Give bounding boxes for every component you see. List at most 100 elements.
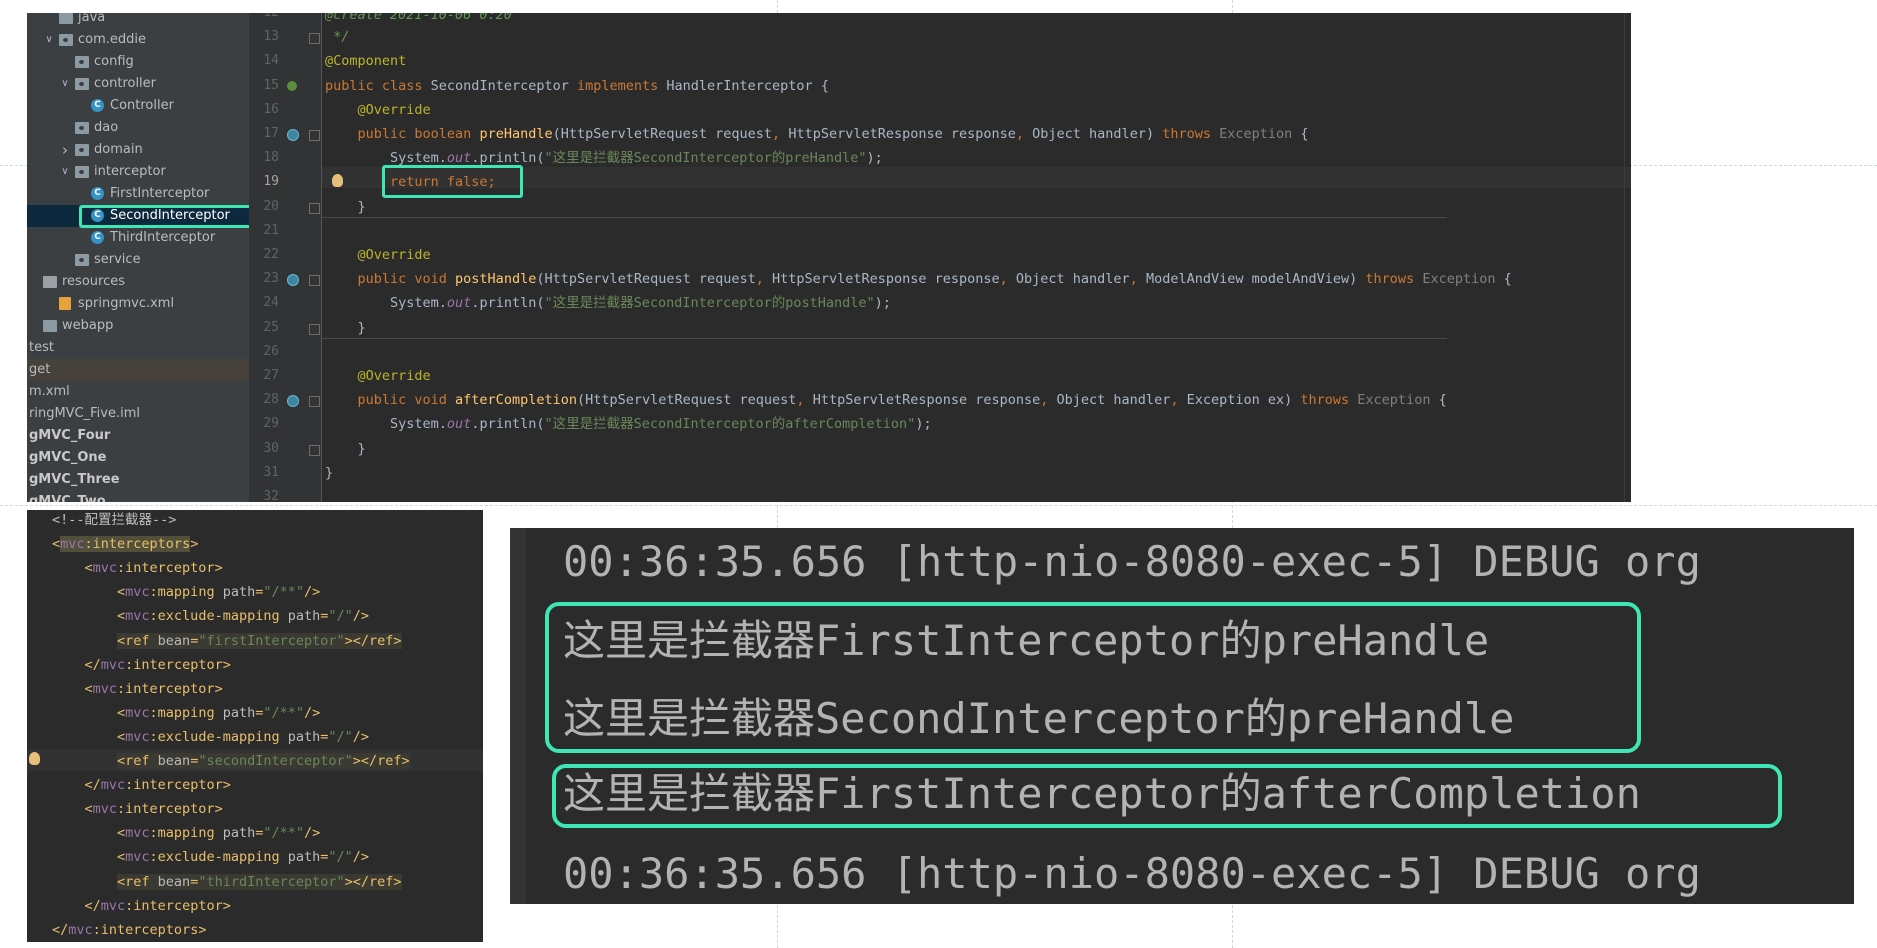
code-line[interactable]: @Override bbox=[325, 245, 431, 265]
chevron-down-icon[interactable]: ∨ bbox=[59, 161, 71, 183]
implements-method-icon[interactable] bbox=[287, 129, 299, 141]
tree-item[interactable]: C Controller bbox=[27, 95, 249, 117]
code-token: .println( bbox=[471, 416, 545, 433]
code-line[interactable]: System.out.println("这里是拦截器SecondIntercep… bbox=[325, 414, 932, 434]
code-line[interactable]: @Override bbox=[325, 100, 431, 120]
tree-item[interactable]: java bbox=[27, 13, 249, 29]
xml-line[interactable]: <mvc:exclude-mapping path="/"/> bbox=[52, 847, 369, 867]
fold-icon[interactable] bbox=[309, 130, 320, 141]
xml-line[interactable]: <mvc:mapping path="/**"/> bbox=[52, 823, 320, 843]
tree-item[interactable]: C FirstInterceptor bbox=[27, 183, 249, 205]
tree-item[interactable]: gMVC_Three bbox=[27, 469, 249, 491]
code-line[interactable]: } bbox=[325, 439, 366, 459]
tree-item-label: java bbox=[78, 13, 106, 25]
code-token: out bbox=[446, 150, 472, 167]
tree-item[interactable]: test bbox=[27, 337, 249, 359]
tree-item[interactable]: › domain bbox=[27, 139, 249, 161]
tree-item[interactable]: service bbox=[27, 249, 249, 271]
tree-item[interactable]: gMVC_One bbox=[27, 447, 249, 469]
code-token: throws bbox=[1162, 126, 1220, 142]
spring-bean-icon[interactable] bbox=[287, 80, 297, 91]
tree-item[interactable]: m.xml bbox=[27, 381, 249, 403]
xml-line[interactable]: <ref bean="secondInterceptor"></ref> bbox=[52, 751, 410, 771]
tree-item[interactable]: springmvc.xml bbox=[27, 293, 249, 315]
console-output[interactable]: 00:36:35.656 [http-nio-8080-exec-5] DEBU… bbox=[510, 528, 1854, 904]
console-line[interactable]: 00:36:35.656 [http-nio-8080-exec-5] DEBU… bbox=[563, 844, 1701, 904]
xml-token: mvc bbox=[125, 704, 150, 721]
code-line[interactable]: */ bbox=[325, 27, 349, 47]
xml-line[interactable]: <ref bean="firstInterceptor"></ref> bbox=[52, 631, 402, 651]
xml-line[interactable]: <mvc:interceptor> bbox=[52, 679, 223, 699]
package-icon bbox=[75, 78, 89, 90]
code-token: HttpServletResponse response bbox=[812, 392, 1041, 409]
xml-line[interactable]: </mvc:interceptor> bbox=[52, 896, 231, 916]
xml-line[interactable]: <mvc:interceptor> bbox=[52, 558, 223, 578]
fold-icon[interactable] bbox=[309, 444, 320, 456]
lightbulb-icon[interactable] bbox=[29, 752, 40, 765]
code-line[interactable]: public void afterCompletion(HttpServletR… bbox=[325, 390, 1447, 410]
xml-token: :interceptor> bbox=[125, 777, 231, 794]
tree-item[interactable]: ∨ interceptor bbox=[27, 161, 249, 183]
fold-icon[interactable] bbox=[309, 396, 320, 408]
chevron-down-icon[interactable]: ∨ bbox=[43, 29, 55, 51]
xml-line[interactable]: <ref bean="thirdInterceptor"></ref> bbox=[52, 872, 402, 892]
line-number: 17 bbox=[263, 126, 279, 141]
code-editor[interactable]: 12 13 14 15 16 17 18 19 20 21 22 23 24 25 26 27 28 29 30 31… bbox=[249, 13, 1631, 502]
console-line[interactable]: 00:36:35.656 [http-nio-8080-exec-5] DEBU… bbox=[563, 532, 1701, 592]
code-line[interactable]: @Component bbox=[325, 51, 406, 71]
tree-item[interactable]: gMVC_Two bbox=[27, 491, 249, 502]
tree-item[interactable]: gMVC_Four bbox=[27, 425, 249, 447]
line-number: 32 bbox=[263, 489, 279, 502]
project-tree[interactable]: java ∨ com.eddie config ∨ controller C Controll… bbox=[27, 13, 249, 502]
code-line[interactable]: } bbox=[325, 197, 366, 217]
code-line[interactable]: public void postHandle(HttpServletReques… bbox=[325, 269, 1512, 289]
xml-config-editor[interactable]: <!--配置拦截器--> <mvc:interceptors> <mvc:inte… bbox=[27, 510, 483, 942]
chevron-right-icon[interactable]: › bbox=[59, 139, 71, 161]
tree-item[interactable]: resources bbox=[27, 271, 249, 293]
tree-item[interactable]: C ThirdInterceptor bbox=[27, 227, 249, 249]
xml-token: > bbox=[190, 536, 199, 553]
code-token: Object handler bbox=[1056, 392, 1171, 409]
tree-item[interactable]: ∨ com.eddie bbox=[27, 29, 249, 51]
line-number: 14 bbox=[263, 53, 279, 69]
fold-icon[interactable] bbox=[309, 33, 320, 45]
tree-item[interactable]: webapp bbox=[27, 315, 249, 337]
xml-line[interactable]: <!--配置拦截器--> bbox=[52, 510, 176, 530]
implements-method-icon[interactable] bbox=[287, 274, 299, 287]
editor-gutter[interactable]: 12 13 14 15 16 17 18 19 20 21 22 23 24 25 26 27 28 29 30 31… bbox=[249, 13, 343, 502]
tree-item[interactable]: dao bbox=[27, 117, 249, 139]
chevron-down-icon[interactable]: ∨ bbox=[59, 73, 71, 95]
xml-line[interactable]: <mvc:mapping path="/**"/> bbox=[52, 703, 320, 723]
code-token: { bbox=[1300, 126, 1309, 142]
xml-token: /> bbox=[352, 849, 370, 866]
fold-icon[interactable] bbox=[309, 275, 320, 287]
xml-line[interactable]: <mvc:exclude-mapping path="/"/> bbox=[52, 606, 369, 626]
xml-token: :interceptor> bbox=[125, 897, 231, 914]
fold-icon[interactable] bbox=[309, 323, 320, 335]
code-line[interactable]: public boolean preHandle(HttpServletRequ… bbox=[325, 124, 1309, 144]
code-line[interactable]: System.out.println("这里是拦截器SecondIntercep… bbox=[325, 293, 891, 313]
code-line[interactable]: } bbox=[325, 318, 366, 338]
code-line[interactable]: public class SecondInterceptor implement… bbox=[325, 76, 829, 96]
line-number: 19 bbox=[263, 174, 279, 190]
xml-line[interactable]: </mvc:interceptors> bbox=[52, 920, 206, 940]
xml-line[interactable]: <mvc:interceptors> bbox=[52, 534, 198, 554]
xml-token: "/" bbox=[328, 608, 353, 625]
xml-token: "/" bbox=[328, 849, 353, 866]
fold-icon[interactable] bbox=[309, 202, 320, 214]
xml-line[interactable]: </mvc:interceptor> bbox=[52, 775, 231, 795]
xml-line[interactable]: <mvc:exclude-mapping path="/"/> bbox=[52, 727, 369, 747]
code-line[interactable]: @Override bbox=[325, 366, 431, 386]
xml-line[interactable]: <mvc:interceptor> bbox=[52, 799, 223, 819]
tree-item[interactable]: ∨ controller bbox=[27, 73, 249, 95]
xml-line[interactable]: </mvc:interceptor> bbox=[52, 655, 231, 675]
xml-token: mvc bbox=[125, 849, 150, 866]
code-line[interactable]: } bbox=[325, 463, 333, 483]
tree-item[interactable]: get bbox=[27, 359, 249, 381]
tree-item[interactable]: ringMVC_Five.iml bbox=[27, 403, 249, 425]
tree-item[interactable]: config bbox=[27, 51, 249, 73]
code-token: public boolean bbox=[325, 126, 480, 142]
xml-token: <!--配置拦截器--> bbox=[52, 512, 177, 528]
xml-line[interactable]: <mvc:mapping path="/**"/> bbox=[52, 582, 320, 602]
implements-method-icon[interactable] bbox=[287, 395, 299, 408]
